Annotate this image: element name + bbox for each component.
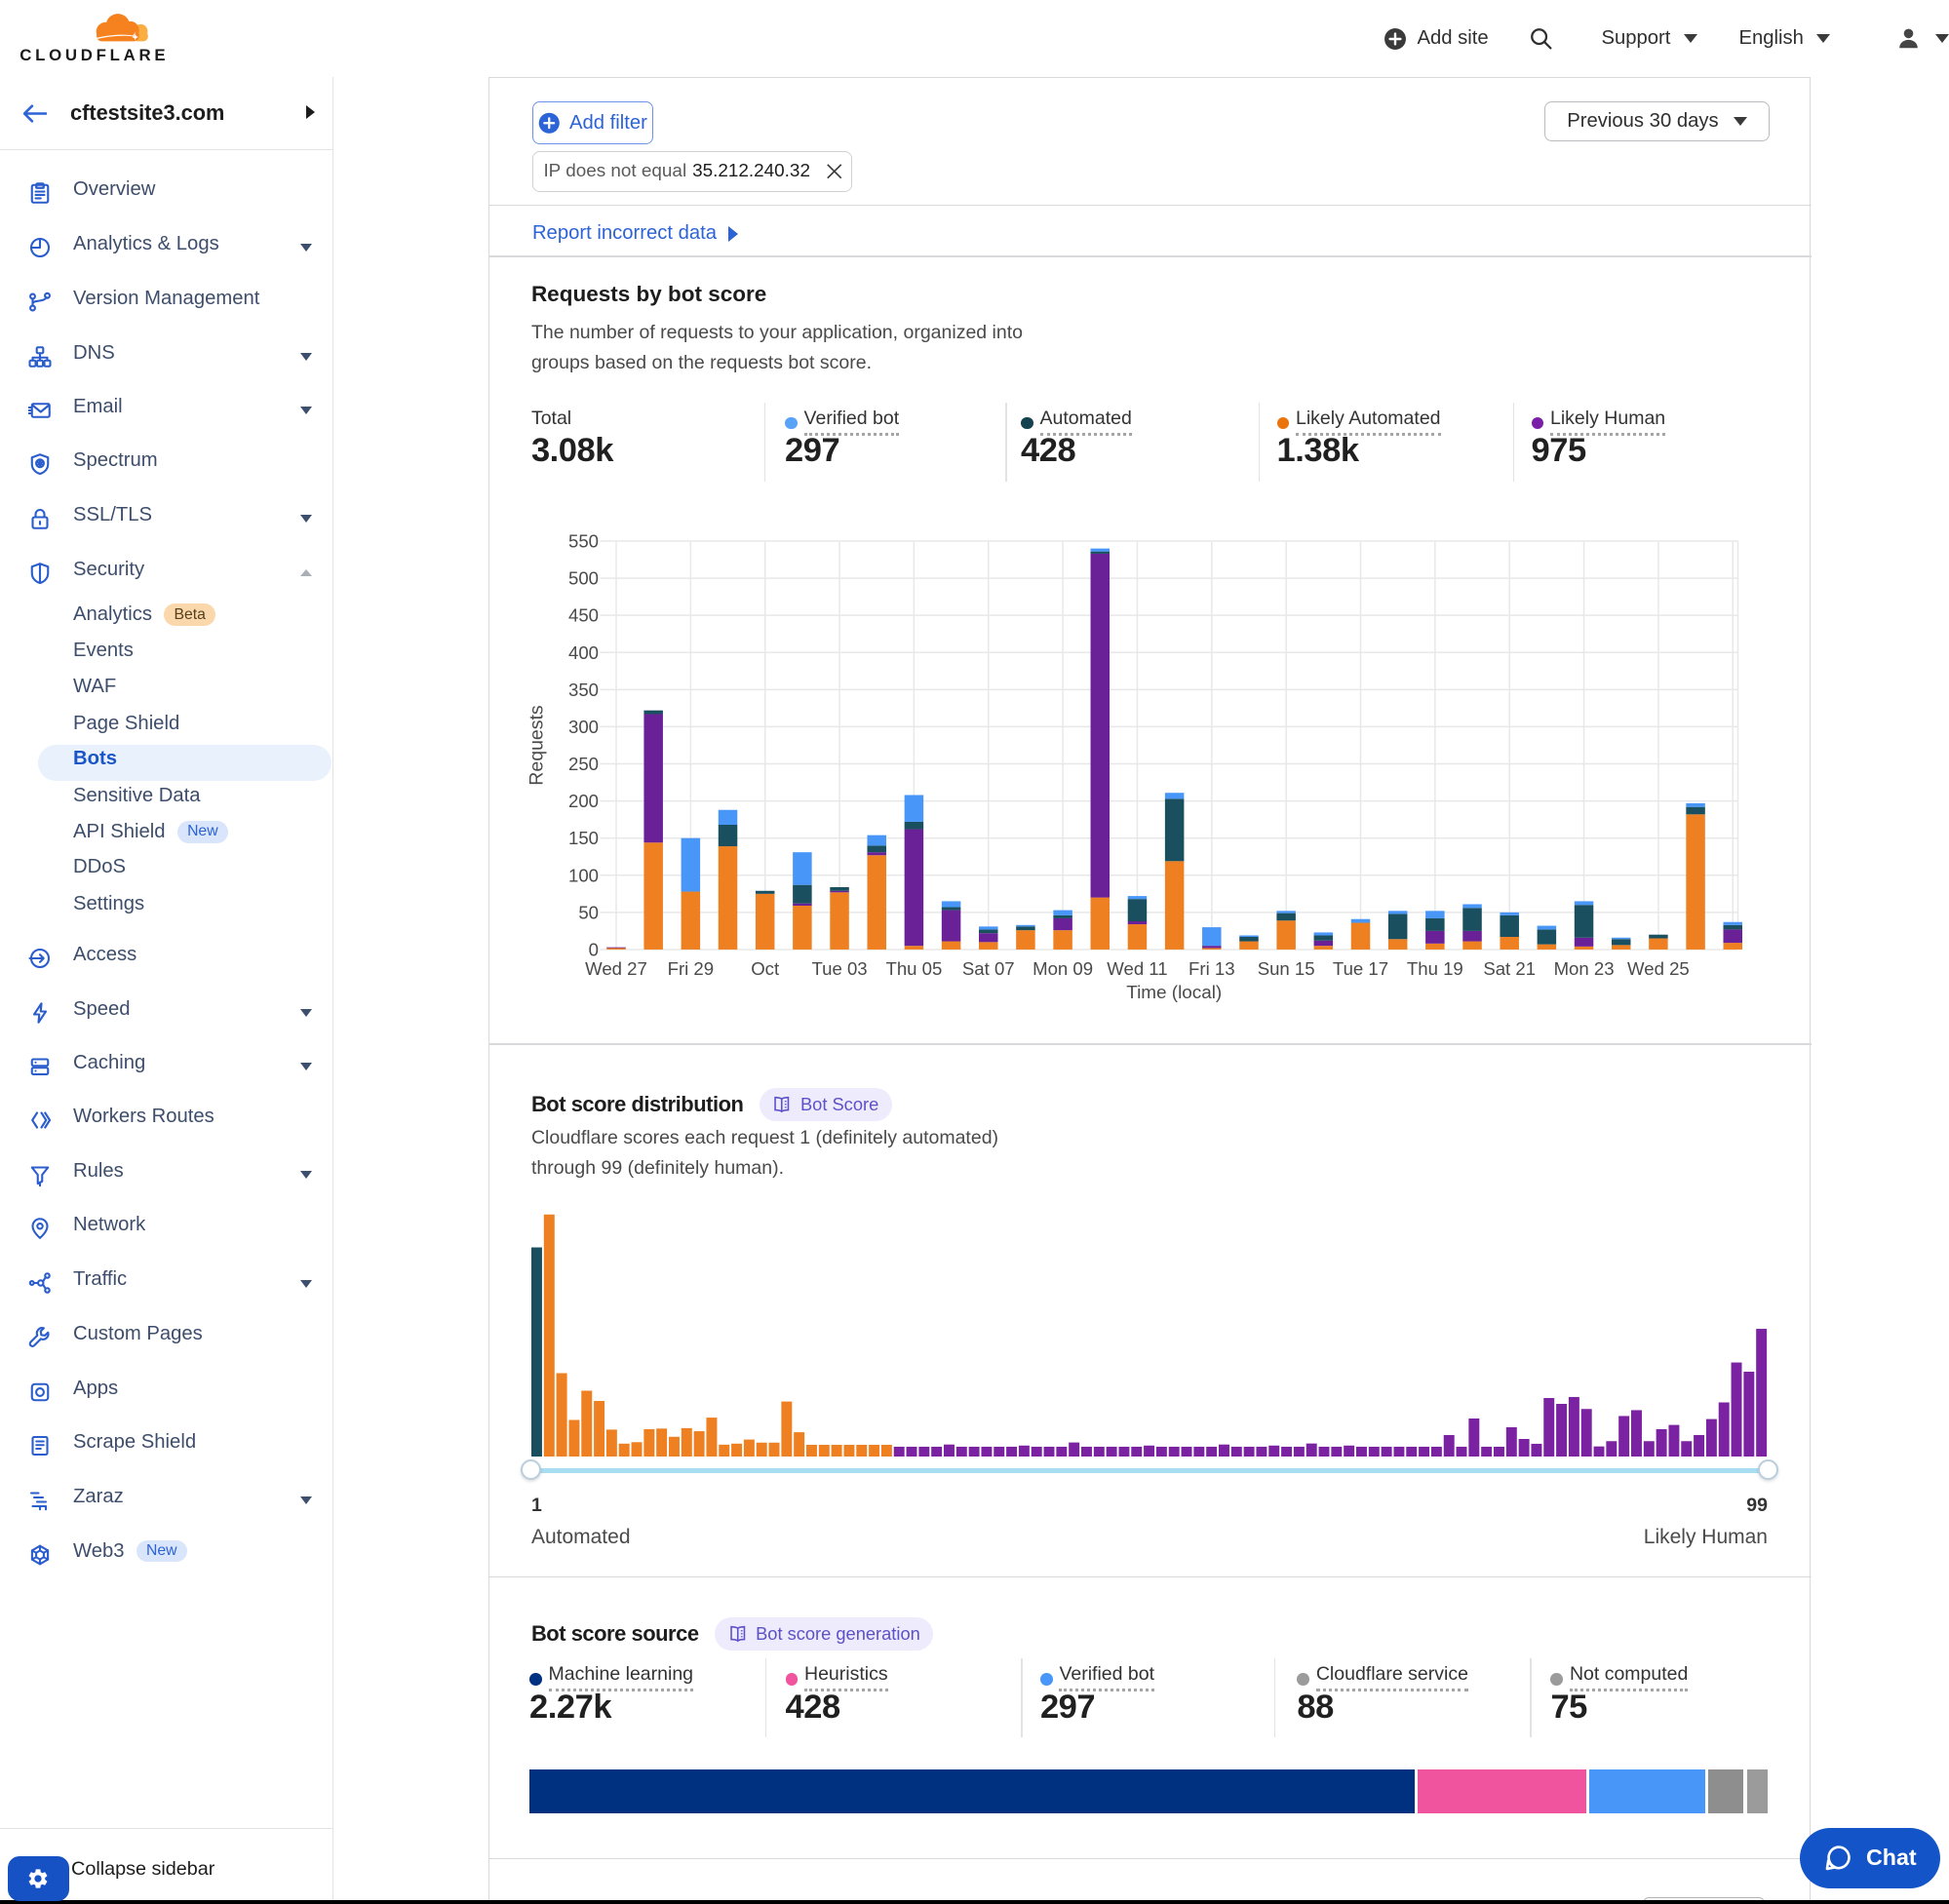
svg-text:Tue 03: Tue 03	[811, 958, 867, 979]
svg-text:Time (local): Time (local)	[1126, 983, 1222, 1003]
svg-text:500: 500	[568, 568, 599, 589]
svg-text:Wed 25: Wed 25	[1627, 958, 1690, 979]
svg-text:Sat 21: Sat 21	[1483, 958, 1536, 979]
svg-text:Thu 19: Thu 19	[1406, 958, 1462, 979]
svg-text:50: 50	[578, 902, 599, 922]
svg-text:Oct: Oct	[751, 958, 780, 979]
svg-text:Fri 29: Fri 29	[667, 958, 714, 979]
svg-text:Wed 27: Wed 27	[585, 958, 647, 979]
svg-text:550: 550	[568, 531, 599, 552]
svg-text:Sat 07: Sat 07	[961, 958, 1014, 979]
svg-text:200: 200	[568, 791, 599, 811]
svg-text:100: 100	[568, 865, 599, 885]
svg-text:Sun 15: Sun 15	[1257, 958, 1314, 979]
svg-text:250: 250	[568, 754, 599, 774]
svg-text:150: 150	[568, 828, 599, 848]
svg-text:Thu 05: Thu 05	[885, 958, 942, 979]
svg-text:0: 0	[588, 939, 598, 959]
svg-text:Wed 11: Wed 11	[1107, 958, 1167, 979]
svg-text:Mon 09: Mon 09	[1033, 958, 1093, 979]
svg-text:450: 450	[568, 605, 599, 626]
svg-text:400: 400	[568, 642, 599, 663]
svg-text:350: 350	[568, 680, 599, 700]
svg-text:300: 300	[568, 717, 599, 737]
svg-text:Tue 17: Tue 17	[1332, 958, 1387, 979]
svg-text:Mon 23: Mon 23	[1553, 958, 1614, 979]
svg-text:Fri 13: Fri 13	[1189, 958, 1235, 979]
